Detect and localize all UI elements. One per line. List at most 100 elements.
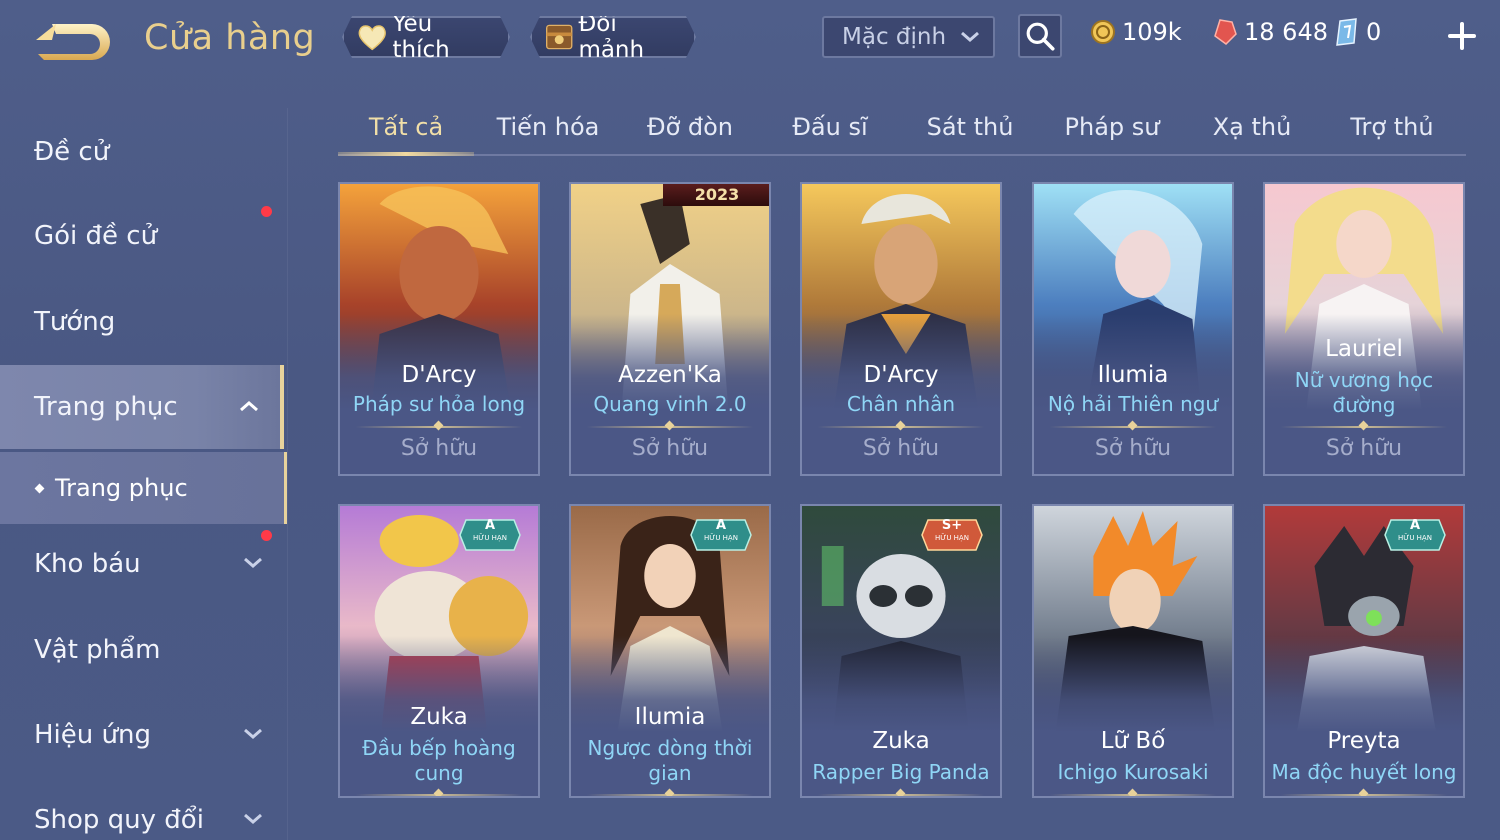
hero-name: Ilumia	[1097, 362, 1169, 388]
owned-status: Sở hữu	[862, 436, 940, 461]
search-icon[interactable]	[1018, 14, 1062, 58]
sidebar-item-label: Đề cử	[34, 137, 110, 167]
hero-name: D'Arcy	[863, 362, 939, 388]
exchange-label: Đổi mảnh	[578, 11, 645, 63]
tab-assassin[interactable]: Sát thủ	[902, 100, 1038, 154]
tab-marksman[interactable]: Xạ thủ	[1184, 100, 1320, 154]
hero-name: Preyta	[1327, 728, 1401, 754]
sidebar-item-recommended-packs[interactable]: Gói đề cử	[0, 194, 284, 278]
sidebar-item-recommended[interactable]: Đề cử	[0, 110, 284, 194]
skin-name: Nữ vương học đường	[1294, 368, 1434, 417]
skin-name: Pháp sư hỏa long	[352, 392, 526, 416]
skin-name: Rapper Big Panda	[812, 760, 990, 784]
skin-card[interactable]: A HỮU HẠN Preyta Ma độc huyết long	[1263, 504, 1465, 798]
sidebar-item-treasure[interactable]: Kho báu	[0, 522, 284, 606]
sidebar-item-label: Trang phục	[55, 474, 188, 502]
skin-name: Ngược dòng thời gian	[587, 736, 753, 785]
skin-card[interactable]: Ilumia Nộ hải Thiên ngư Sở hữu	[1032, 182, 1234, 476]
gold-coin-icon	[1091, 20, 1115, 44]
sidebar: Đề cử Gói đề cử Tướng Trang phục Trang p…	[0, 108, 288, 840]
heart-icon	[356, 20, 388, 54]
back-arrow-icon[interactable]	[30, 18, 116, 68]
skin-card[interactable]: A HỮU HẠN Zuka Đầu bếp hoàng cung	[338, 504, 540, 798]
sidebar-item-skins[interactable]: Trang phục	[0, 365, 284, 449]
tab-support[interactable]: Trợ thủ	[1324, 100, 1460, 154]
hero-name: Azzen'Ka	[618, 362, 722, 388]
skin-name: Quang vinh 2.0	[593, 392, 747, 416]
skin-card[interactable]: D'Arcy Pháp sư hỏa long Sở hữu	[338, 182, 540, 476]
limited-label: HỮU HẠN	[473, 534, 507, 542]
tab-evolution[interactable]: Tiến hóa	[480, 100, 616, 154]
ruby-currency: 18 648	[1212, 18, 1328, 46]
card-separator	[356, 426, 522, 428]
voucher-ticket-icon	[1336, 18, 1357, 46]
card-separator	[587, 426, 753, 428]
skin-card[interactable]: S+ HỮU HẠN Zuka Rapper Big Panda	[800, 504, 1002, 798]
skin-card[interactable]: Lauriel Nữ vương học đường Sở hữu	[1263, 182, 1465, 476]
skin-grid: D'Arcy Pháp sư hỏa long Sở hữu 2023 Azze…	[338, 182, 1468, 840]
sidebar-divider	[287, 108, 288, 840]
sort-value: Mặc định	[842, 24, 947, 50]
card-separator	[356, 794, 522, 796]
ruby-gem-icon	[1214, 19, 1237, 45]
voucher-currency: 0	[1334, 18, 1381, 46]
limited-label: HỮU HẠN	[935, 534, 969, 542]
skin-card[interactable]: D'Arcy Chân nhân Sở hữu	[800, 182, 1002, 476]
sidebar-item-label: Kho báu	[34, 549, 141, 579]
owned-status: Sở hữu	[1325, 436, 1403, 461]
skin-card[interactable]: A HỮU HẠN Ilumia Ngược dòng thời gian	[569, 504, 771, 798]
hero-name: D'Arcy	[401, 362, 477, 388]
card-separator	[818, 426, 984, 428]
sidebar-item-exchange-shop[interactable]: Shop quy đổi	[0, 778, 284, 840]
owned-status: Sở hữu	[1094, 436, 1172, 461]
plus-icon[interactable]	[1444, 18, 1480, 54]
limited-label: HỮU HẠN	[1398, 534, 1432, 542]
rank-badge-label: A	[1409, 518, 1421, 533]
year-ribbon: 2023	[663, 184, 769, 206]
tab-mage[interactable]: Pháp sư	[1044, 100, 1180, 154]
chevron-down-icon	[961, 31, 979, 42]
sidebar-item-label: Trang phục	[34, 392, 178, 422]
sidebar-item-label: Shop quy đổi	[34, 805, 204, 835]
card-separator	[587, 794, 753, 796]
sort-dropdown[interactable]: Mặc định	[822, 16, 995, 58]
hero-name: Zuka	[872, 728, 930, 754]
skin-name: Đầu bếp hoàng cung	[362, 736, 516, 785]
owned-status: Sở hữu	[400, 436, 478, 461]
role-tabs: Tất cả Tiến hóa Đỡ đòn Đấu sĩ Sát thủ Ph…	[338, 100, 1466, 156]
gold-amount: 109k	[1122, 18, 1182, 46]
sidebar-item-label: Vật phẩm	[34, 635, 161, 665]
skin-name: Ichigo Kurosaki	[1057, 760, 1209, 784]
tab-fighter[interactable]: Đấu sĩ	[762, 100, 898, 154]
skin-name: Nộ hải Thiên ngư	[1047, 392, 1219, 416]
chevron-up-icon	[240, 401, 258, 412]
tab-tank[interactable]: Đỡ đòn	[622, 100, 758, 154]
sidebar-item-label: Gói đề cử	[34, 221, 158, 251]
card-separator	[1050, 426, 1216, 428]
skin-card[interactable]: 2023 Azzen'Ka Quang vinh 2.0 Sở hữu	[569, 182, 771, 476]
hero-name: Lauriel	[1325, 336, 1403, 362]
favorites-button[interactable]: Yêu thích	[342, 16, 510, 58]
limited-label: HỮU HẠN	[704, 534, 738, 542]
skin-card[interactable]: Lữ Bố Ichigo Kurosaki	[1032, 504, 1234, 798]
rank-badge-label: A	[715, 518, 727, 533]
bullet-icon	[34, 483, 45, 493]
exchange-fragments-button[interactable]: Đổi mảnh	[530, 16, 696, 58]
notification-dot	[261, 206, 272, 217]
sidebar-item-items[interactable]: Vật phẩm	[0, 608, 284, 692]
card-separator	[1050, 794, 1216, 796]
tab-all[interactable]: Tất cả	[338, 100, 474, 156]
chevron-down-icon	[244, 813, 262, 824]
favorites-label: Yêu thích	[392, 11, 450, 63]
chevron-down-icon	[244, 557, 262, 568]
hero-name: Ilumia	[634, 704, 706, 730]
sidebar-subitem-skins[interactable]: Trang phục	[0, 452, 287, 524]
ruby-amount: 18 648	[1244, 18, 1328, 46]
rank-badge-label: S+	[941, 518, 963, 533]
hero-name: Lữ Bố	[1100, 728, 1166, 754]
sidebar-item-effects[interactable]: Hiệu ứng	[0, 693, 284, 777]
card-separator	[1281, 794, 1447, 796]
sidebar-item-heroes[interactable]: Tướng	[0, 280, 284, 364]
card-separator	[1281, 426, 1447, 428]
rank-badge-label: A	[484, 518, 496, 533]
